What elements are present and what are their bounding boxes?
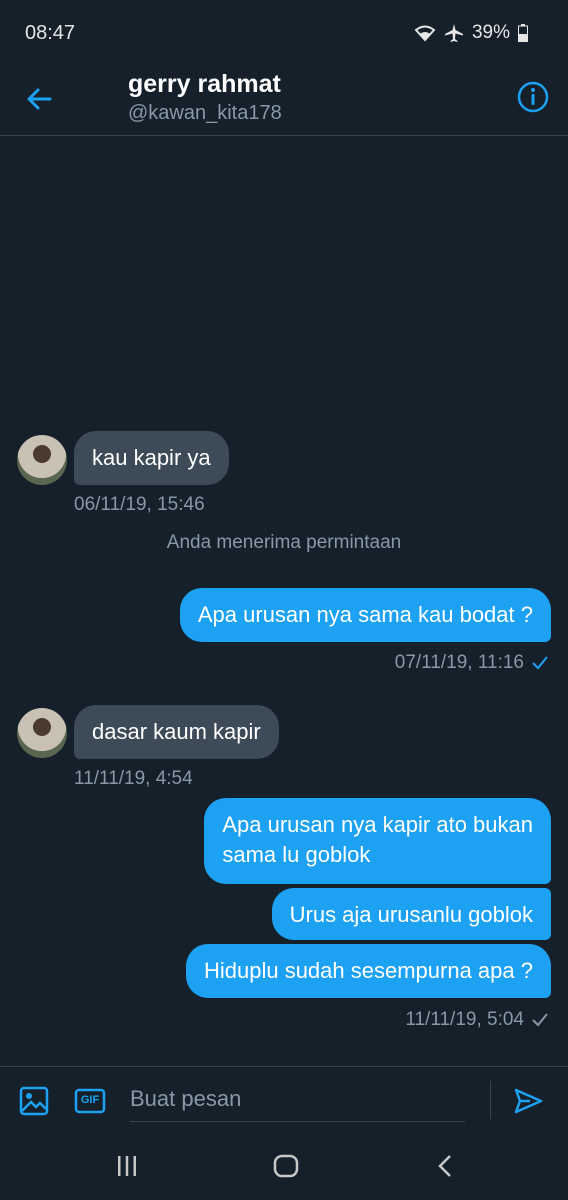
- message-timestamp: 11/11/19, 4:54: [74, 768, 193, 789]
- avatar[interactable]: [17, 708, 67, 758]
- message-bubble-outgoing[interactable]: Urus aja urusanlu goblok: [271, 888, 551, 940]
- message-status: 07/11/19, 11:16: [395, 652, 548, 674]
- message-composer: GIF: [0, 1066, 568, 1137]
- info-icon: [517, 81, 549, 113]
- send-icon: [514, 1088, 543, 1114]
- composer-divider: [490, 1081, 491, 1119]
- message-line: Apa urusan nya kapir ato bukan: [222, 812, 533, 837]
- recent-apps-icon: [118, 1156, 136, 1176]
- add-image-button[interactable]: [18, 1085, 50, 1117]
- system-message: Anda menerima permintaan: [166, 532, 402, 553]
- status-bar: 08:47 39%: [0, 0, 568, 60]
- add-gif-button[interactable]: GIF: [74, 1085, 106, 1117]
- back-nav-button[interactable]: [435, 1154, 455, 1183]
- battery-percent: 39%: [471, 22, 510, 43]
- home-button[interactable]: [273, 1154, 299, 1183]
- message-bubble-outgoing[interactable]: Hiduplu sudah sesempurna apa ?: [185, 944, 551, 998]
- recent-apps-button[interactable]: [115, 1154, 139, 1183]
- home-icon: [273, 1154, 299, 1178]
- message-status: 11/11/19, 5:04: [405, 1009, 548, 1031]
- contact-name[interactable]: gerry rahmat: [128, 70, 281, 99]
- message-bubble-incoming[interactable]: kau kapir ya: [74, 431, 229, 485]
- message-input[interactable]: [130, 1077, 465, 1122]
- back-button[interactable]: [22, 82, 56, 116]
- send-button[interactable]: [512, 1085, 544, 1117]
- gif-label: GIF: [80, 1094, 100, 1106]
- message-bubble-incoming[interactable]: dasar kaum kapir: [74, 705, 279, 759]
- status-icons: 39%: [414, 22, 528, 44]
- avatar[interactable]: [17, 435, 67, 485]
- airplane-icon: [444, 23, 464, 43]
- back-nav-icon: [438, 1155, 451, 1177]
- status-time: 08:47: [25, 22, 76, 44]
- message-timestamp: 07/11/19, 11:16: [394, 652, 524, 673]
- back-arrow-icon: [27, 88, 52, 110]
- image-icon: [19, 1086, 49, 1116]
- system-navigation-bar: [0, 1136, 568, 1200]
- contact-handle[interactable]: @kawan_kita178: [128, 102, 282, 125]
- message-timestamp: 06/11/19, 15:46: [74, 494, 205, 515]
- check-icon: [532, 1013, 548, 1027]
- message-bubble-outgoing[interactable]: Apa urusan nya kapir ato bukan sama lu g…: [204, 798, 551, 884]
- message-bubble-outgoing[interactable]: Apa urusan nya sama kau bodat ?: [179, 588, 551, 642]
- conversation-header: gerry rahmat @kawan_kita178: [0, 60, 568, 136]
- battery-icon: [518, 24, 528, 42]
- info-button[interactable]: [516, 80, 550, 114]
- message-timestamp: 11/11/19, 5:04: [405, 1009, 524, 1030]
- check-icon: [532, 656, 548, 670]
- message-line: sama lu goblok: [222, 842, 371, 867]
- wifi-icon: [414, 24, 436, 42]
